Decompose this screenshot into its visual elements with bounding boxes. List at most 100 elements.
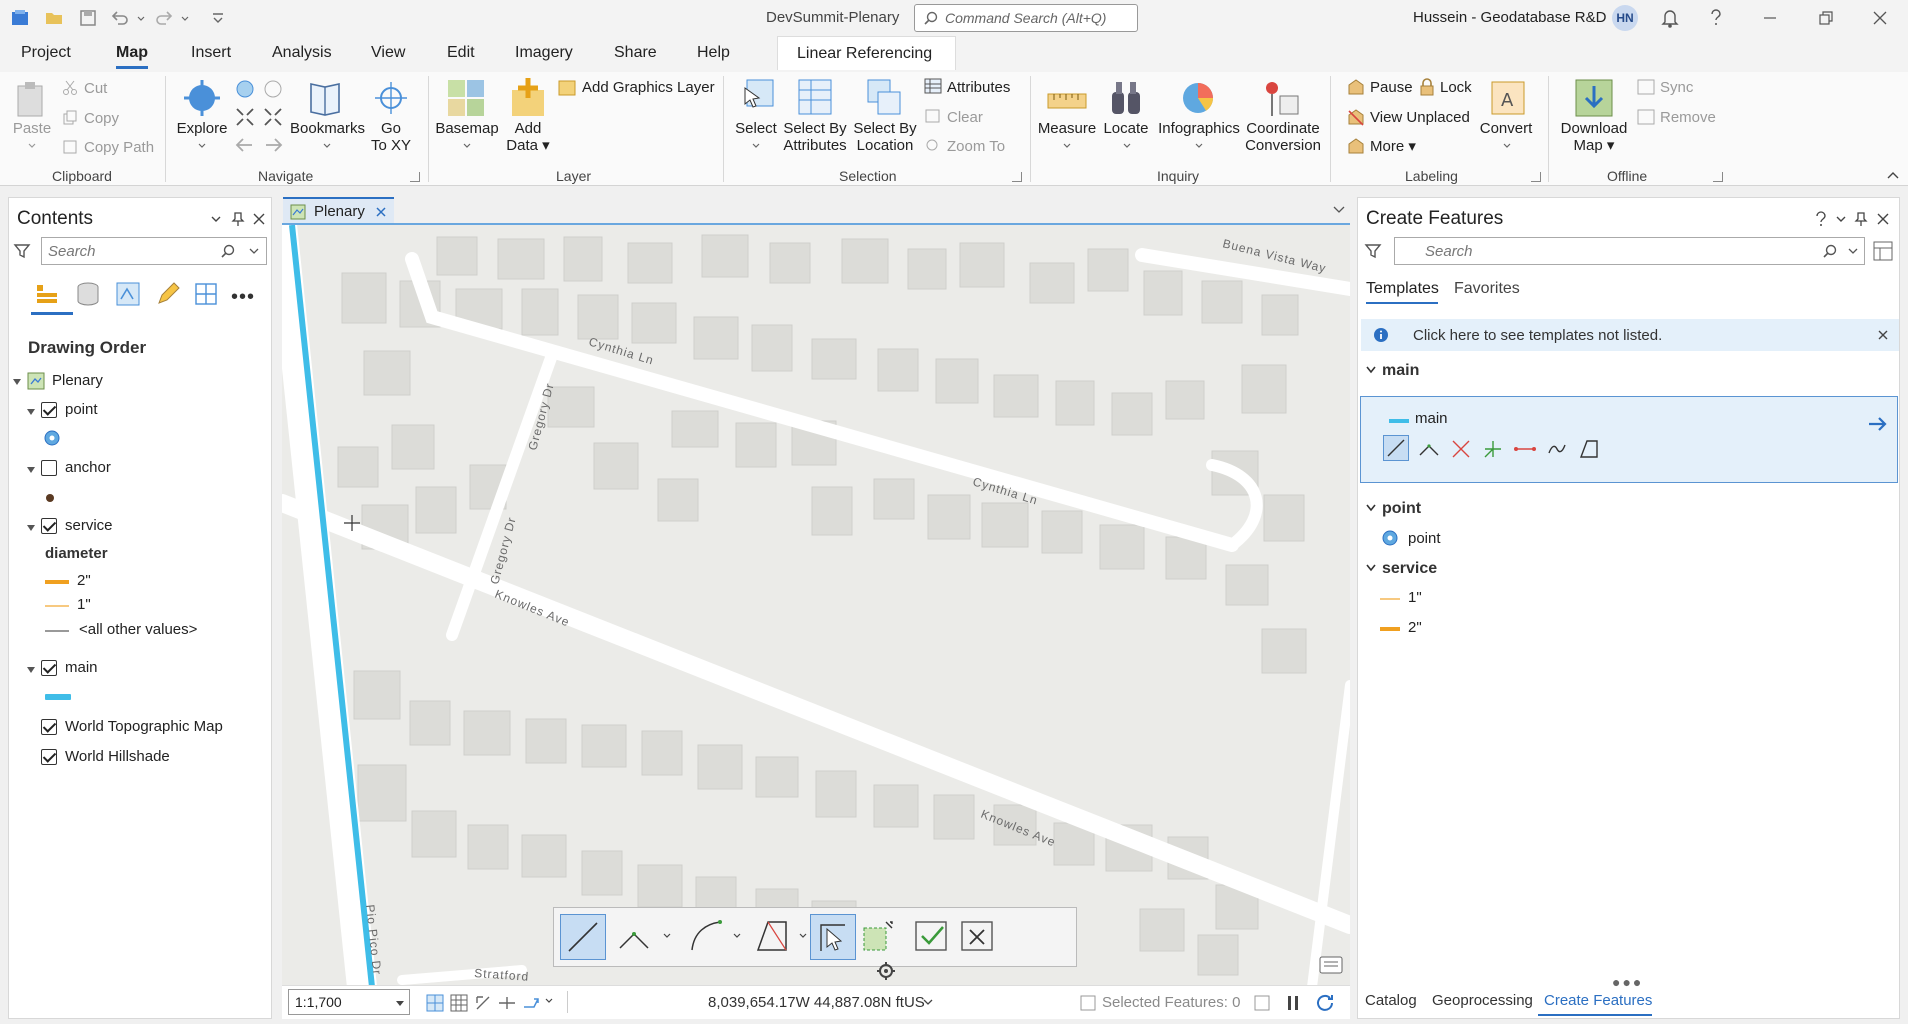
right-angle-line-button[interactable] (614, 914, 660, 960)
pane-options-icon[interactable] (209, 212, 223, 226)
locate-dropdown-icon[interactable] (1122, 142, 1132, 150)
collapse-service-group-icon[interactable] (1366, 564, 1376, 572)
previous-extent-icon[interactable] (234, 136, 256, 154)
map-node-plenary[interactable]: Plenary (52, 372, 103, 389)
fixed-zoom-in-icon[interactable] (234, 106, 256, 128)
locate-button[interactable]: Locate (1100, 120, 1152, 137)
correction-icon[interactable] (521, 993, 541, 1013)
template-group-service[interactable]: service (1382, 560, 1437, 578)
convert-dropdown-icon[interactable] (1502, 142, 1512, 150)
trace-tools-dropdown-icon[interactable] (798, 932, 808, 940)
layer-point[interactable]: point (65, 401, 98, 418)
tab-linear-referencing[interactable]: Linear Referencing (777, 36, 956, 70)
collapse-point-group-icon[interactable] (1366, 504, 1376, 512)
lock-labeling-button[interactable]: Lock (1440, 79, 1472, 96)
map-drawing[interactable]: Buena Vista Way Cynthia Ln Cynthia Ln Gr… (282, 225, 1350, 985)
convert-labels-button[interactable]: Convert (1476, 120, 1536, 137)
contents-search-input[interactable]: Search (41, 237, 267, 265)
notifications-bell-icon[interactable] (1660, 7, 1680, 29)
right-angle-line-icon[interactable] (1417, 437, 1441, 461)
search-options-dropdown-icon[interactable] (248, 246, 260, 256)
pin-icon[interactable] (1854, 211, 1868, 227)
freehand-icon[interactable] (1545, 437, 1569, 461)
selected-features-count[interactable]: Selected Features: 0 (1102, 994, 1240, 1011)
explore-dropdown-icon[interactable] (197, 142, 207, 150)
select-by-location-button[interactable]: Select By Location (850, 120, 920, 154)
edit-vertices-button[interactable] (810, 914, 856, 960)
pin-icon[interactable] (231, 211, 245, 227)
collapse-ribbon-icon[interactable] (1886, 170, 1900, 180)
arc-tool-button[interactable] (684, 914, 730, 960)
layer-main[interactable]: main (65, 659, 98, 676)
labeling-launcher-icon[interactable] (1531, 172, 1541, 182)
select-dropdown-icon[interactable] (751, 142, 761, 150)
bookmarks-button[interactable]: Bookmarks (290, 120, 365, 137)
save-icon[interactable] (78, 8, 98, 28)
tab-help[interactable]: Help (697, 44, 730, 62)
template-service-2in[interactable]: 2" (1408, 619, 1422, 636)
trace-icon[interactable] (1577, 437, 1601, 461)
templates-search-input[interactable]: Search (1394, 237, 1865, 265)
measure-dropdown-icon[interactable] (1062, 142, 1072, 150)
constraints-icon[interactable] (497, 993, 517, 1013)
close-window-icon[interactable] (1872, 10, 1888, 26)
list-by-drawing-order-icon[interactable] (33, 281, 61, 307)
pane-options-icon[interactable] (1834, 212, 1848, 226)
bookmarks-dropdown-icon[interactable] (322, 142, 332, 150)
explore-button[interactable]: Explore (176, 120, 228, 137)
bottom-tab-catalog[interactable]: Catalog (1365, 992, 1417, 1009)
tab-templates[interactable]: Templates (1366, 280, 1439, 298)
offline-launcher-icon[interactable] (1713, 172, 1723, 182)
line-tools-dropdown-icon[interactable] (662, 932, 672, 940)
templates-hint-banner[interactable]: Click here to see templates not listed. (1361, 319, 1899, 351)
layer-service[interactable]: service (65, 517, 113, 534)
status-tools-dropdown-icon[interactable] (544, 997, 554, 1005)
pause-labeling-button[interactable]: Pause (1370, 79, 1413, 96)
cut-button[interactable]: Cut (84, 80, 107, 97)
undo-icon[interactable] (110, 8, 130, 28)
attributes-button[interactable]: Attributes (947, 79, 1010, 96)
active-template-properties-arrow-icon[interactable] (1867, 415, 1889, 433)
filter-icon[interactable] (13, 242, 31, 260)
list-by-snapping-icon[interactable] (193, 281, 219, 307)
map-canvas[interactable]: Buena Vista Way Cynthia Ln Cynthia Ln Gr… (282, 223, 1350, 985)
tab-imagery[interactable]: Imagery (515, 44, 573, 62)
tab-edit[interactable]: Edit (447, 44, 475, 62)
remove-offline-button[interactable]: Remove (1660, 109, 1716, 126)
template-group-point[interactable]: point (1382, 500, 1421, 518)
point-visibility-checkbox[interactable] (41, 402, 57, 418)
infographics-button[interactable]: Infographics (1156, 120, 1242, 137)
open-project-icon[interactable] (44, 8, 64, 28)
paste-dropdown-icon[interactable] (27, 142, 37, 150)
map-view-tab-plenary[interactable]: Plenary (283, 197, 394, 224)
coordinate-conversion-button[interactable]: Coordinate Conversion (1244, 120, 1322, 154)
select-button[interactable]: Select (732, 120, 780, 137)
avatar[interactable]: HN (1612, 5, 1638, 31)
tab-favorites[interactable]: Favorites (1454, 280, 1520, 298)
sync-button[interactable]: Sync (1660, 79, 1693, 96)
more-views-icon[interactable]: ••• (231, 286, 255, 309)
more-labeling-button[interactable]: More ▾ (1370, 138, 1416, 155)
service-visibility-checkbox[interactable] (41, 518, 57, 534)
coordinate-format-dropdown-icon[interactable] (922, 998, 934, 1006)
select-by-attributes-button[interactable]: Select By Attributes (780, 120, 850, 154)
close-pane-icon[interactable] (1876, 212, 1890, 226)
basemap-dropdown-icon[interactable] (462, 142, 472, 150)
tab-analysis[interactable]: Analysis (272, 44, 332, 62)
template-main-selected[interactable]: main (1360, 396, 1898, 483)
expand-plenary-icon[interactable] (13, 379, 21, 385)
map-notifications-icon[interactable] (1318, 955, 1344, 977)
expand-main-icon[interactable] (27, 667, 35, 673)
tab-view[interactable]: View (371, 44, 405, 62)
reshape-button[interactable] (856, 914, 902, 960)
pane-resize-grip-icon[interactable]: ●●● (1612, 974, 1643, 990)
discard-sketch-button[interactable] (956, 914, 1002, 960)
tab-insert[interactable]: Insert (191, 44, 231, 62)
collapse-main-group-icon[interactable] (1366, 366, 1376, 374)
zoom-to-selection-button[interactable]: Zoom To (947, 138, 1005, 155)
midpoint-icon[interactable] (1449, 437, 1473, 461)
refresh-map-icon[interactable] (1314, 992, 1336, 1014)
download-map-button[interactable]: Download Map ▾ (1556, 120, 1632, 154)
manage-templates-icon[interactable] (1872, 240, 1894, 262)
infographics-dropdown-icon[interactable] (1194, 142, 1204, 150)
